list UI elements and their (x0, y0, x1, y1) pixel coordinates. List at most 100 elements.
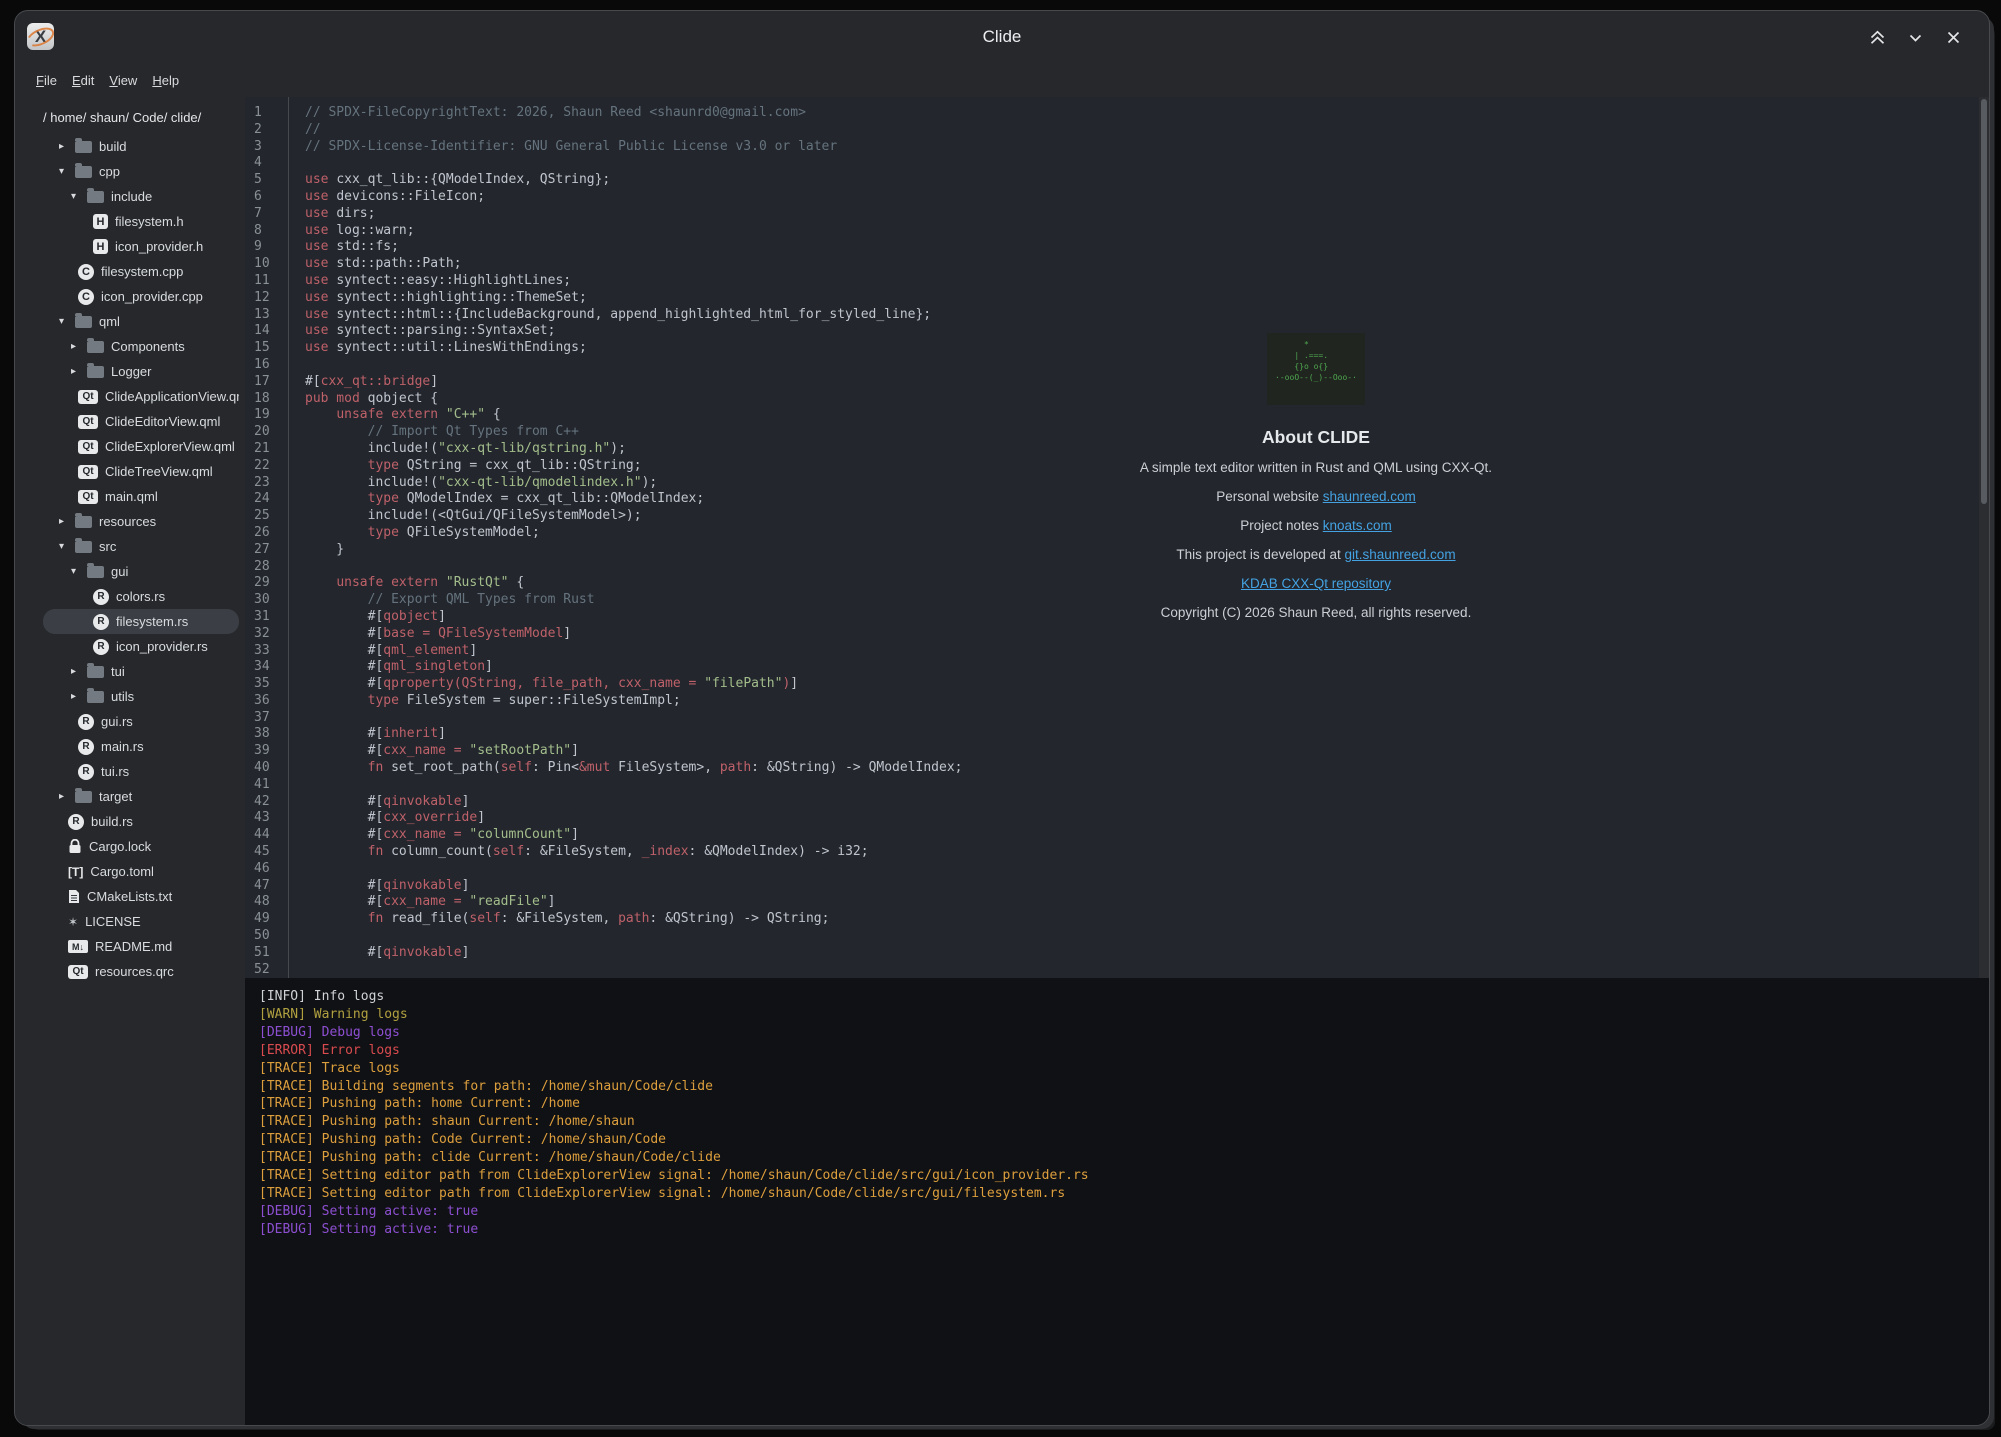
tree-item[interactable]: ▾cpp (43, 159, 239, 184)
tree-item[interactable]: ▸build (43, 134, 239, 159)
menu-view[interactable]: View (109, 73, 137, 88)
chevron-collapsed-icon[interactable]: ▸ (59, 141, 70, 152)
tree-item[interactable]: ▾ qml (43, 309, 239, 334)
tree-item[interactable]: Hfilesystem.h (43, 209, 239, 234)
code-line: // SPDX-License-Identifier: GNU General … (305, 139, 1989, 156)
minimize-button[interactable] (1906, 28, 1925, 47)
tree-item[interactable]: Cfilesystem.cpp (43, 259, 239, 284)
personal-website-link[interactable]: shaunreed.com (1323, 489, 1416, 504)
about-dev-prefix: This project is developed at (1176, 547, 1344, 562)
tree-item-label: qml (99, 314, 120, 329)
line-number: 51 (254, 945, 288, 962)
tree-item[interactable]: Hicon_provider.h (43, 234, 239, 259)
tree-item[interactable]: ✶LICENSE (43, 909, 239, 934)
tree-item[interactable]: Ricon_provider.rs (43, 634, 239, 659)
line-number: 32 (254, 626, 288, 643)
tree-item[interactable]: CMakeLists.txt (43, 884, 239, 909)
chevron-collapsed-icon[interactable]: ▸ (71, 366, 82, 377)
tree-item[interactable]: ▾gui (43, 559, 239, 584)
tree-item[interactable]: ▸utils (43, 684, 239, 709)
tree-item[interactable]: M↓README.md (43, 934, 239, 959)
git-repo-link[interactable]: git.shaunreed.com (1345, 547, 1456, 562)
tree-item[interactable]: QtClideApplicationView.qml (43, 384, 239, 409)
tree-item[interactable]: ▸ resources (43, 509, 239, 534)
line-number: 1 (254, 105, 288, 122)
tree-item[interactable]: ▾include (43, 184, 239, 209)
editor-scrollbar (1979, 97, 1989, 978)
line-number: 16 (254, 357, 288, 374)
code-editor[interactable]: 1234567891011121314151617181920212223242… (245, 97, 1989, 978)
folder-icon (75, 516, 92, 528)
qt-file-icon: Qt (78, 440, 98, 454)
tree-item[interactable]: Qtmain.qml (43, 484, 239, 509)
chevron-expanded-icon[interactable]: ▾ (59, 541, 70, 552)
tree-item-label: Cargo.lock (89, 839, 151, 854)
tree-item[interactable]: QtClideEditorView.qml (43, 409, 239, 434)
chevron-expanded-icon[interactable]: ▾ (59, 316, 70, 327)
code-line: #[qproperty(QString, file_path, cxx_name… (305, 676, 1989, 693)
kdab-repo-link[interactable]: KDAB CXX-Qt repository (1241, 576, 1391, 591)
line-number: 40 (254, 760, 288, 777)
tree-item[interactable]: Cargo.lock (43, 834, 239, 859)
tree-item[interactable]: Rmain.rs (43, 734, 239, 759)
tree-item[interactable]: Rfilesystem.rs (43, 609, 239, 634)
tree-item[interactable]: Rtui.rs (43, 759, 239, 784)
tree-item-label: LICENSE (85, 914, 141, 929)
chevron-collapsed-icon[interactable]: ▸ (71, 341, 82, 352)
log-console[interactable]: [INFO] Info logs[WARN] Warning logs[DEBU… (245, 978, 1989, 1425)
code-line (305, 861, 1989, 878)
tree-item[interactable]: ▸Logger (43, 359, 239, 384)
tree-item-label: resources (99, 514, 156, 529)
tree-item-label: CMakeLists.txt (87, 889, 172, 904)
menu-edit[interactable]: Edit (72, 73, 94, 88)
chevron-collapsed-icon[interactable]: ▸ (71, 666, 82, 677)
tree-item-label: build.rs (91, 814, 133, 829)
qt-file-icon: Qt (78, 465, 98, 479)
menu-file[interactable]: File (36, 73, 57, 88)
line-number: 8 (254, 223, 288, 240)
tree-item[interactable]: QtClideExplorerView.qml (43, 434, 239, 459)
rust-file-icon: R (93, 589, 109, 605)
tree-item[interactable]: Qtresources.qrc (43, 959, 239, 984)
chevron-collapsed-icon[interactable]: ▸ (59, 516, 70, 527)
code-line: #[qinvokable] (305, 878, 1989, 895)
tree-item[interactable]: Rgui.rs (43, 709, 239, 734)
tree-item[interactable]: [T]Cargo.toml (43, 859, 239, 884)
chevron-collapsed-icon[interactable]: ▸ (71, 691, 82, 702)
tree-item[interactable]: Cicon_provider.cpp (43, 284, 239, 309)
tree-item[interactable]: ▸tui (43, 659, 239, 684)
code-line: // (305, 122, 1989, 139)
chevron-expanded-icon[interactable]: ▾ (71, 191, 82, 202)
code-line: #[cxx_override] (305, 810, 1989, 827)
window-controls (1868, 28, 1963, 47)
shade-button[interactable] (1868, 28, 1887, 47)
chevron-expanded-icon[interactable]: ▾ (71, 566, 82, 577)
tree-item[interactable]: Rcolors.rs (43, 584, 239, 609)
project-notes-link[interactable]: knoats.com (1323, 518, 1392, 533)
tree-item[interactable]: ▸Components (43, 334, 239, 359)
code-line: type FileSystem = super::FileSystemImpl; (305, 693, 1989, 710)
tree-item[interactable]: Rbuild.rs (43, 809, 239, 834)
tree-item[interactable]: ▸target (43, 784, 239, 809)
line-number: 34 (254, 659, 288, 676)
close-button[interactable] (1944, 28, 1963, 47)
rust-file-icon: R (68, 814, 84, 830)
window-titlebar[interactable]: X Clide (15, 11, 1989, 63)
tree-item[interactable]: QtClideTreeView.qml (43, 459, 239, 484)
editor-scrollbar-thumb[interactable] (1981, 99, 1987, 504)
line-number: 23 (254, 475, 288, 492)
tree-item-label: gui.rs (101, 714, 133, 729)
folder-icon (87, 666, 104, 678)
chevron-collapsed-icon[interactable]: ▸ (59, 791, 70, 802)
line-number: 27 (254, 542, 288, 559)
line-number: 35 (254, 676, 288, 693)
code-line: use syntect::html::{IncludeBackground, a… (305, 307, 1989, 324)
code-line: #[cxx_name = "columnCount"] (305, 827, 1989, 844)
chevron-expanded-icon[interactable]: ▾ (59, 166, 70, 177)
line-number: 28 (254, 559, 288, 576)
tree-item-label: Cargo.toml (90, 864, 154, 879)
folder-icon (87, 341, 104, 353)
menu-help[interactable]: Help (152, 73, 179, 88)
tree-item[interactable]: ▾src (43, 534, 239, 559)
file-explorer[interactable]: / home/ shaun/ Code/ clide/ ▸build▾cpp▾i… (15, 97, 245, 1425)
